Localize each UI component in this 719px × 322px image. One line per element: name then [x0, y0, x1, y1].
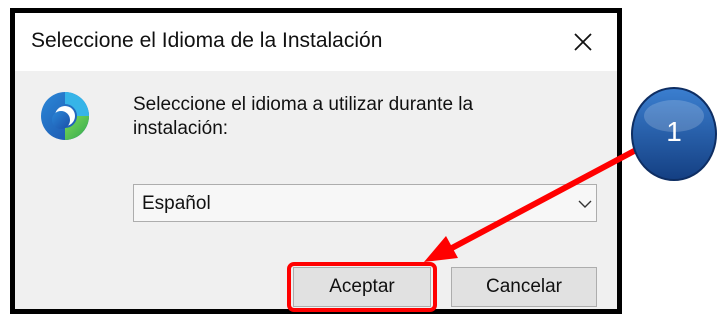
step-number: 1 [666, 116, 682, 147]
annotation-arrow [424, 147, 639, 262]
step-badge: 1 [630, 82, 718, 182]
